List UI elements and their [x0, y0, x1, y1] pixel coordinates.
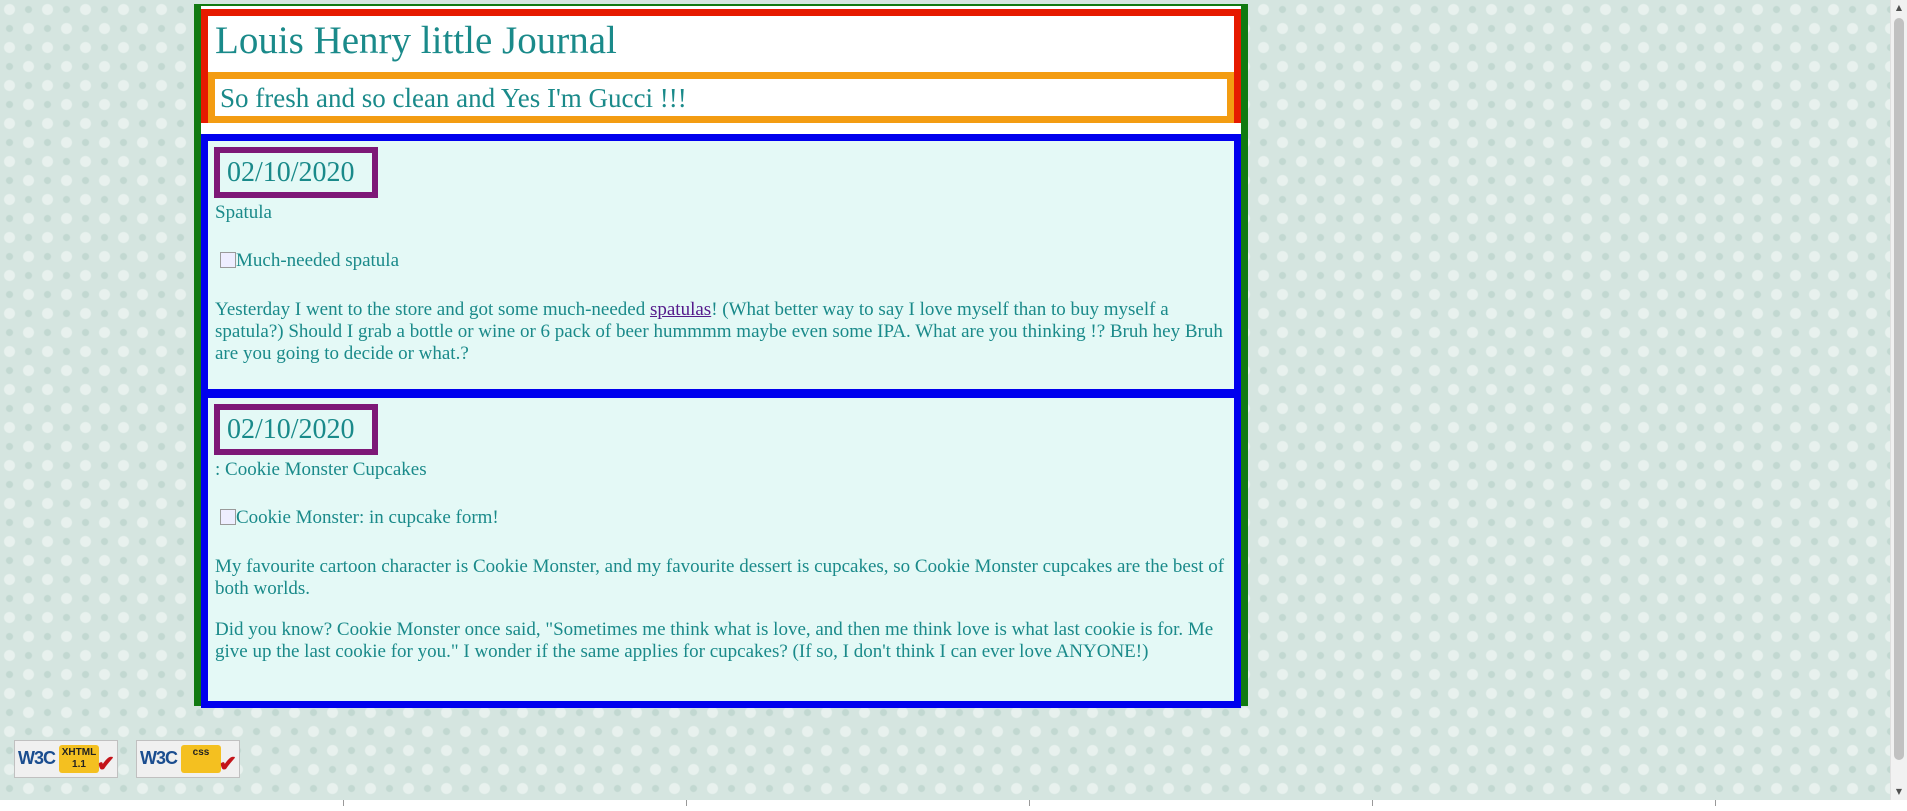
post-image: Cookie Monster: in cupcake form!: [220, 507, 499, 529]
valid-css-badge[interactable]: W3C css ✔: [136, 740, 240, 778]
tagline-box: So fresh and so clean and Yes I'm Gucci …: [208, 72, 1234, 123]
scroll-up-arrow-icon[interactable]: ▲: [1891, 0, 1907, 16]
w3c-logo-text: W3C: [18, 748, 56, 768]
broken-image-icon: [220, 509, 236, 525]
strip-tick: [1715, 800, 1716, 806]
scrollbar-thumb[interactable]: [1894, 18, 1904, 760]
checkmark-icon: ✔: [96, 751, 115, 776]
valid-xhtml-badge[interactable]: W3C XHTML 1.1 ✔: [14, 740, 118, 778]
bottom-strip: [0, 800, 1907, 811]
post-image-alt: Much-needed spatula: [236, 250, 400, 271]
spatulas-link[interactable]: spatulas: [650, 299, 711, 320]
vertical-scrollbar[interactable]: ▲ ▼: [1890, 0, 1907, 800]
page-viewport: Louis Henry little Journal So fresh and …: [0, 0, 1890, 800]
post-paragraph: Yesterday I went to the store and got so…: [215, 299, 1235, 365]
site-header: Louis Henry little Journal So fresh and …: [201, 9, 1241, 123]
post-date: 02/10/2020: [227, 414, 355, 445]
strip-tick: [343, 800, 344, 806]
site-title: Louis Henry little Journal: [215, 19, 617, 62]
blog-post: 02/10/2020 : Cookie Monster Cupcakes Coo…: [201, 391, 1241, 708]
post-title: Spatula: [215, 202, 272, 223]
post-paragraph: My favourite cartoon character is Cookie…: [215, 556, 1225, 599]
scroll-down-arrow-icon[interactable]: ▼: [1891, 784, 1907, 800]
post-image-alt: Cookie Monster: in cupcake form!: [236, 507, 499, 528]
strip-tick: [1372, 800, 1373, 806]
w3c-logo-text: W3C: [140, 748, 178, 768]
css-label: css: [181, 745, 221, 773]
post-image: Much-needed spatula: [220, 250, 399, 272]
post-date-box: 02/10/2020: [214, 147, 378, 198]
post-paragraph: Did you know? Cookie Monster once said, …: [215, 619, 1214, 662]
blog-post: 02/10/2020 Spatula Much-needed spatula Y…: [201, 134, 1241, 396]
post-title: : Cookie Monster Cupcakes: [215, 459, 427, 480]
strip-tick: [686, 800, 687, 806]
post-date: 02/10/2020: [227, 157, 355, 188]
post-date-box: 02/10/2020: [214, 404, 378, 455]
site-tagline: So fresh and so clean and Yes I'm Gucci …: [220, 83, 687, 113]
journal-container: Louis Henry little Journal So fresh and …: [194, 4, 1248, 708]
xhtml-label: XHTML 1.1: [59, 745, 99, 773]
post-text-before-link: Yesterday I went to the store and got so…: [215, 299, 650, 320]
strip-tick: [1029, 800, 1030, 806]
checkmark-icon: ✔: [218, 751, 237, 776]
broken-image-icon: [220, 252, 236, 268]
